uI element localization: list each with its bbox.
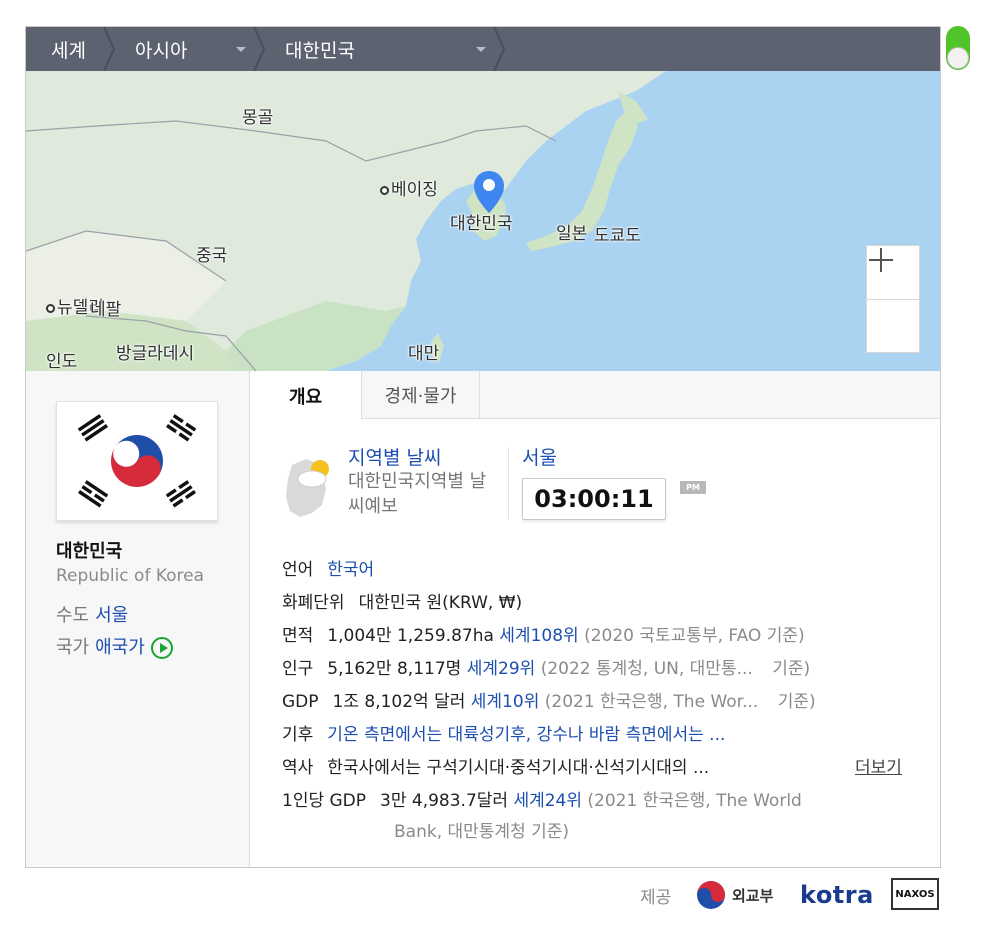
info-source-end: 기준) <box>777 692 816 712</box>
tab-economy[interactable]: 경제·물가 <box>362 371 480 419</box>
rank-link[interactable]: 세계29위 <box>467 659 536 679</box>
language-link[interactable]: 한국어 <box>327 560 374 580</box>
info-label: 면적 <box>282 626 314 646</box>
provided-by-label: 제공 <box>640 887 672 908</box>
map-label-india: 인도 <box>46 352 78 371</box>
info-label: 화폐단위 <box>282 593 345 613</box>
zoom-out-button[interactable] <box>867 259 919 354</box>
anthem-label: 국가 <box>56 637 90 658</box>
clock-city-link[interactable]: 서울 <box>522 443 557 470</box>
info-value: 1조 8,102억 달러 <box>332 692 466 712</box>
map-label-tokyo: 도쿄도 <box>594 226 641 246</box>
local-time-clock: 03:00:11 <box>522 478 666 520</box>
info-source: Bank, 대만통계청 기준) <box>394 822 570 842</box>
tab-overview[interactable]: 개요 <box>250 371 362 420</box>
climate-link[interactable]: 기온 측면에서는 대륙성기후, 강수나 바람 측면에서는 ... <box>327 725 725 745</box>
country-details-panel: 개요 경제·물가 지역별 날씨 대한민국지역별 날씨예보 서울 03:00:11… <box>250 371 940 867</box>
map-label-mongolia: 몽골 <box>242 108 274 128</box>
korea-flag-icon <box>56 401 218 521</box>
mofa-logo-text: 외교부 <box>732 886 774 905</box>
naxos-logo[interactable]: NAXOS <box>891 878 939 910</box>
map-zoom-controls <box>866 245 920 353</box>
info-gdp-row: GDP 1조 8,102억 달러 세계10위 (2021 한국은행, The Wo… <box>282 687 816 712</box>
breadcrumb-region[interactable]: 아시아 <box>110 27 266 71</box>
caret-down-icon <box>476 47 486 52</box>
country-name-english: Republic of Korea <box>56 566 205 586</box>
map-label-china: 중국 <box>196 246 228 266</box>
country-info-card: 세계 아시아 대한민국 몽골 베이징 대한민국 일본 도쿄도 중국 뉴델리 네팔… <box>25 26 941 868</box>
info-label: 1인당 GDP <box>282 791 367 811</box>
info-source-end: 기준) <box>772 659 811 679</box>
mofa-logo[interactable]: 외교부 <box>696 878 773 912</box>
rank-link[interactable]: 세계10위 <box>471 692 540 712</box>
info-value: 3만 4,983.7달러 <box>380 791 509 811</box>
info-gdp-per-capita-source-line: Bank, 대만통계청 기준) <box>394 817 569 842</box>
info-history-row: 역사 한국사에서는 구석기시대·중석기시대·신석기시대의 ... 더보기 <box>282 753 902 778</box>
toggle-switch[interactable] <box>946 26 970 70</box>
info-climate-row: 기후 기온 측면에서는 대륙성기후, 강수나 바람 측면에서는 ... <box>282 720 725 745</box>
breadcrumb-region-label: 아시아 <box>135 39 188 62</box>
divider <box>508 447 509 519</box>
caret-down-icon <box>236 47 246 52</box>
breadcrumb-country[interactable]: 대한민국 <box>260 27 506 71</box>
more-link[interactable]: 더보기 <box>855 753 902 778</box>
minus-icon <box>869 259 893 261</box>
info-currency-row: 화폐단위 대한민국 원(KRW, ₩) <box>282 588 522 613</box>
info-label: 역사 <box>282 758 314 778</box>
detail-tabs: 개요 경제·물가 <box>250 371 940 420</box>
weather-partly-cloudy-icon <box>286 459 329 517</box>
map-label-bangladesh: 방글라데시 <box>116 344 195 364</box>
country-name: 대한민국 <box>56 541 123 562</box>
info-population-row: 인구 5,162만 8,117명 세계29위 (2022 통계청, UN, 대만통… <box>282 654 810 679</box>
info-label: GDP <box>282 692 319 712</box>
anthem-link[interactable]: 애국가 <box>95 637 145 658</box>
info-label: 기후 <box>282 725 314 745</box>
info-value: 한국사에서는 구석기시대·중석기시대·신석기시대의 ... <box>327 758 710 778</box>
info-value: 5,162만 8,117명 <box>327 659 462 679</box>
info-label: 언어 <box>282 560 314 580</box>
map-label-beijing-text: 베이징 <box>391 180 438 200</box>
kotra-logo[interactable]: kotra <box>800 878 874 912</box>
chevron-separator-icon <box>493 27 506 71</box>
info-gdp-per-capita-row: 1인당 GDP 3만 4,983.7달러 세계24위 (2021 한국은행, Th… <box>282 786 802 811</box>
breadcrumb-country-label: 대한민국 <box>285 39 355 62</box>
map-label-japan: 일본 <box>556 224 588 244</box>
location-pin-icon <box>474 171 504 213</box>
country-map[interactable]: 몽골 베이징 대한민국 일본 도쿄도 중국 뉴델리 네팔 인도 방글라데시 대만 <box>26 71 940 371</box>
city-dot-icon <box>46 303 55 313</box>
breadcrumb: 세계 아시아 대한민국 <box>26 27 940 71</box>
mofa-emblem-icon <box>697 881 725 909</box>
info-language-row: 언어 한국어 <box>282 555 374 580</box>
play-icon[interactable] <box>150 637 173 659</box>
breadcrumb-world-label: 세계 <box>51 39 86 62</box>
info-value: 1,004만 1,259.87ha <box>327 626 494 646</box>
regional-weather-subtitle: 대한민국지역별 날씨예보 <box>348 471 487 517</box>
rank-link[interactable]: 세계108위 <box>499 626 578 646</box>
map-label-nepal: 네팔 <box>90 300 122 320</box>
regional-weather-link[interactable]: 지역별 날씨 <box>348 443 441 470</box>
toggle-knob <box>947 47 969 69</box>
breadcrumb-world[interactable]: 세계 <box>26 27 116 71</box>
info-value: 대한민국 원(KRW, ₩) <box>358 593 523 613</box>
info-area-row: 면적 1,004만 1,259.87ha 세계108위 (2020 국토교통부, … <box>282 621 805 646</box>
info-source: (2022 통계청, UN, 대만통... <box>540 659 753 679</box>
pm-badge: PM <box>680 481 706 494</box>
rank-link[interactable]: 세계24위 <box>513 791 582 811</box>
city-dot-icon <box>380 185 389 195</box>
capital-row: 수도 서울 <box>56 601 128 627</box>
info-source: (2021 한국은행, The Wor... <box>544 692 759 712</box>
anthem-row: 국가 애국가 <box>56 633 173 659</box>
capital-label: 수도 <box>56 605 90 626</box>
info-source: (2021 한국은행, The World <box>587 791 802 811</box>
capital-link[interactable]: 서울 <box>95 605 128 626</box>
map-label-taiwan: 대만 <box>408 344 440 364</box>
info-source: (2020 국토교통부, FAO 기준) <box>584 626 805 646</box>
map-label-beijing: 베이징 <box>380 175 438 200</box>
country-summary-panel: 대한민국 Republic of Korea 수도 서울 국가 애국가 <box>26 371 250 867</box>
info-label: 인구 <box>282 659 314 679</box>
